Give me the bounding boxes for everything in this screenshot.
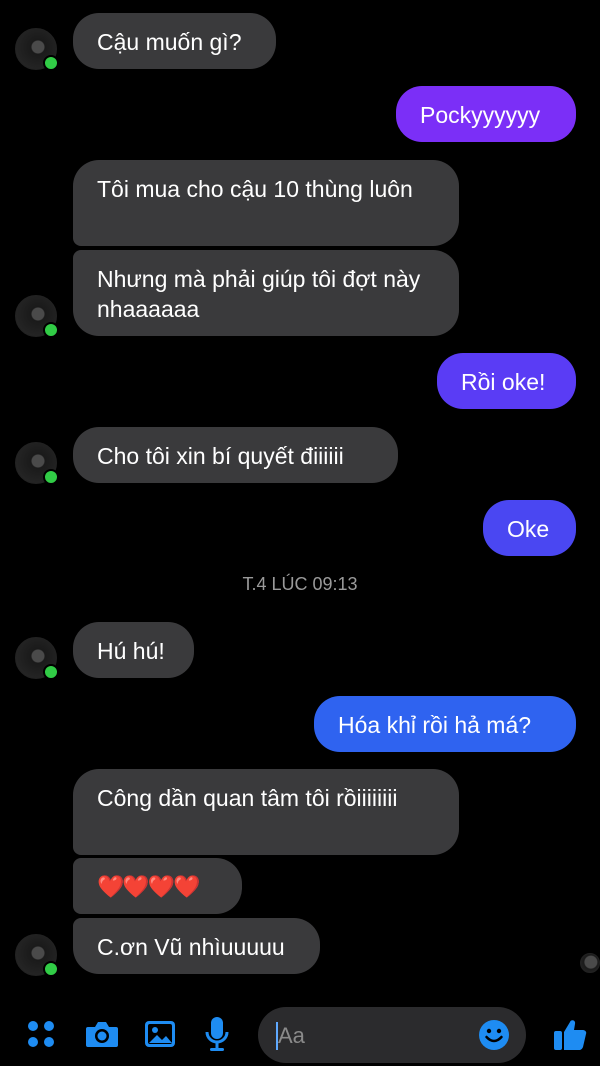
online-indicator bbox=[43, 322, 59, 338]
message-outgoing[interactable]: Pockyyyyyy bbox=[396, 86, 576, 142]
contact-avatar[interactable] bbox=[15, 637, 59, 680]
grid-dots-icon[interactable] bbox=[27, 1020, 55, 1048]
message-incoming[interactable]: C.ơn Vũ nhìuuuuu bbox=[73, 918, 320, 974]
thumbs-up-icon[interactable] bbox=[553, 1017, 587, 1051]
online-indicator bbox=[43, 469, 59, 485]
online-indicator bbox=[43, 961, 59, 977]
message-timestamp: T.4 LÚC 09:13 bbox=[242, 574, 358, 594]
message-incoming[interactable]: ❤️❤️❤️❤️ bbox=[73, 858, 242, 914]
message-incoming[interactable]: Hú hú! bbox=[73, 622, 194, 678]
message-incoming[interactable]: Nhưng mà phải giúp tôi đợt này nhaaaaaa bbox=[73, 250, 459, 336]
camera-icon[interactable] bbox=[85, 1019, 119, 1049]
message-input[interactable] bbox=[276, 1017, 470, 1055]
seen-avatar bbox=[580, 953, 600, 973]
contact-avatar[interactable] bbox=[15, 295, 59, 338]
contact-avatar[interactable] bbox=[15, 442, 59, 485]
emoji-icon[interactable] bbox=[478, 1019, 510, 1051]
message-outgoing[interactable]: Rồi oke! bbox=[437, 353, 576, 409]
message-outgoing[interactable]: Oke bbox=[483, 500, 576, 556]
message-incoming[interactable]: Cho tôi xin bí quyết điiiiii bbox=[73, 427, 398, 483]
contact-avatar[interactable] bbox=[15, 28, 59, 71]
online-indicator bbox=[43, 664, 59, 680]
message-outgoing[interactable]: Hóa khỉ rồi hả má? bbox=[314, 696, 576, 752]
image-icon[interactable] bbox=[144, 1020, 176, 1048]
message-incoming[interactable]: Cậu muốn gì? bbox=[73, 13, 276, 69]
contact-avatar[interactable] bbox=[15, 934, 59, 977]
message-incoming[interactable]: Tôi mua cho cậu 10 thùng luôn bbox=[73, 160, 459, 246]
online-indicator bbox=[43, 55, 59, 71]
microphone-icon[interactable] bbox=[205, 1016, 229, 1052]
message-composer[interactable] bbox=[258, 1007, 526, 1063]
message-incoming[interactable]: Công dần quan tâm tôi rồiiiiiiii bbox=[73, 769, 459, 855]
